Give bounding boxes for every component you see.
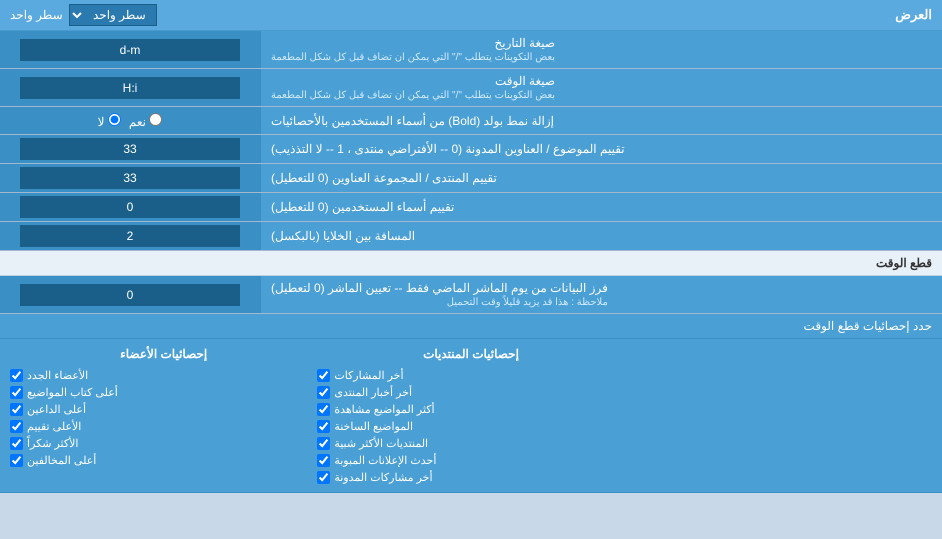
- users-order-input[interactable]: [20, 196, 240, 218]
- bold-no-label: لا: [98, 113, 121, 129]
- checkbox-top-topic-writers[interactable]: [10, 386, 23, 399]
- checkbox-similar-forums[interactable]: [317, 437, 330, 450]
- checkbox-most-thanked[interactable]: [10, 437, 23, 450]
- entries-gap-row: المسافة بين الخلايا (بالبكسل): [0, 222, 942, 251]
- checkbox-col-empty: [625, 347, 932, 484]
- checkbox-item-recent-posts: أخر المشاركات: [317, 369, 624, 382]
- users-order-input-container: [0, 193, 260, 221]
- main-container: العرض سطر واحد سطرين ثلاثة أسطر سطر واحد…: [0, 0, 942, 493]
- checkbox-item-top-rated: الأعلى تقييم: [10, 420, 317, 433]
- checkbox-item-most-thanked: الأكثر شكراً: [10, 437, 317, 450]
- checkbox-most-viewed[interactable]: [317, 403, 330, 416]
- forum-order-label: تقييم المنتدى / المجموعة العناوين (0 للت…: [260, 164, 942, 192]
- checkbox-top-violators[interactable]: [10, 454, 23, 467]
- checkbox-item-forum-news: أخر أخبار المنتدى: [317, 386, 624, 399]
- realtime-filter-row: فرز البيانات من يوم الماشر الماضي فقط --…: [0, 276, 942, 314]
- bold-no-radio[interactable]: [108, 113, 121, 126]
- checkbox-classifieds[interactable]: [317, 454, 330, 467]
- stats-limit-row: حدد إحصائيات قطع الوقت: [0, 314, 942, 339]
- entries-gap-input-container: [0, 222, 260, 250]
- bold-remove-label: إزالة نمط بولد (Bold) من أسماء المستخدمي…: [260, 107, 942, 134]
- bold-yes-label: نعم: [129, 113, 162, 129]
- checkbox-item-new-members: الأعضاء الجدد: [10, 369, 317, 382]
- time-format-label: صيغة الوقت بعض التكوينات يتطلب "/" التي …: [260, 69, 942, 106]
- checkbox-top-rated[interactable]: [10, 420, 23, 433]
- entries-gap-input[interactable]: [20, 225, 240, 247]
- forum-order-input-container: [0, 164, 260, 192]
- checkbox-item-hot-topics: المواضيع الساخنة: [317, 420, 624, 433]
- forum-order-row: تقييم المنتدى / المجموعة العناوين (0 للت…: [0, 164, 942, 193]
- users-order-label: تقييم أسماء المستخدمين (0 للتعطيل): [260, 193, 942, 221]
- display-mode-select[interactable]: سطر واحد سطرين ثلاثة أسطر: [69, 4, 157, 26]
- checkbox-forum-news[interactable]: [317, 386, 330, 399]
- checkbox-top-inviters[interactable]: [10, 403, 23, 416]
- header-title: العرض: [895, 7, 932, 23]
- date-format-row: صيغة التاريخ بعض التكوينات يتطلب "/" الت…: [0, 31, 942, 69]
- time-format-row: صيغة الوقت بعض التكوينات يتطلب "/" التي …: [0, 69, 942, 107]
- realtime-filter-label: فرز البيانات من يوم الماشر الماضي فقط --…: [260, 276, 942, 313]
- checkbox-new-members[interactable]: [10, 369, 23, 382]
- bold-radio-group: نعم لا: [90, 113, 171, 129]
- checkboxes-grid: إحصائيات المنتديات أخر المشاركات أخر أخب…: [10, 347, 932, 484]
- checkbox-item-top-inviters: أعلى الداعين: [10, 403, 317, 416]
- checkbox-recent-posts[interactable]: [317, 369, 330, 382]
- date-format-input-container: [0, 31, 260, 68]
- checkbox-col-forums: إحصائيات المنتديات أخر المشاركات أخر أخب…: [317, 347, 624, 484]
- header-row: العرض سطر واحد سطرين ثلاثة أسطر سطر واحد: [0, 0, 942, 31]
- checkbox-col-members: إحصائيات الأعضاء الأعضاء الجدد أعلى كتاب…: [10, 347, 317, 484]
- date-format-label: صيغة التاريخ بعض التكوينات يتطلب "/" الت…: [260, 31, 942, 68]
- checkbox-item-blog-posts: أخر مشاركات المدونة: [317, 471, 624, 484]
- checkbox-item-top-violators: أعلى المخالفين: [10, 454, 317, 467]
- dropdown-label: سطر واحد: [10, 8, 63, 22]
- realtime-filter-input[interactable]: [20, 284, 240, 306]
- checkbox-hot-topics[interactable]: [317, 420, 330, 433]
- checkbox-blog-posts[interactable]: [317, 471, 330, 484]
- forum-order-input[interactable]: [20, 167, 240, 189]
- bold-yes-radio[interactable]: [149, 113, 162, 126]
- checkboxes-section: إحصائيات المنتديات أخر المشاركات أخر أخب…: [0, 339, 942, 493]
- time-format-input-container: [0, 69, 260, 106]
- users-order-row: تقييم أسماء المستخدمين (0 للتعطيل): [0, 193, 942, 222]
- realtime-filter-input-container: [0, 276, 260, 313]
- entries-gap-label: المسافة بين الخلايا (بالبكسل): [260, 222, 942, 250]
- checkbox-item-top-topic-writers: أعلى كتاب المواضيع: [10, 386, 317, 399]
- time-format-input[interactable]: [20, 77, 240, 99]
- checkbox-item-similar-forums: المنتديات الأكثر شبية: [317, 437, 624, 450]
- topics-order-label: تقييم الموضوع / العناوين المدونة (0 -- ا…: [260, 135, 942, 163]
- topics-order-input-container: [0, 135, 260, 163]
- topics-order-input[interactable]: [20, 138, 240, 160]
- realtime-section-header: قطع الوقت: [0, 251, 942, 276]
- checkbox-item-classifieds: أحدث الإعلانات المبوبة: [317, 454, 624, 467]
- bold-remove-row: إزالة نمط بولد (Bold) من أسماء المستخدمي…: [0, 107, 942, 135]
- bold-remove-input-container: نعم لا: [0, 107, 260, 134]
- topics-order-row: تقييم الموضوع / العناوين المدونة (0 -- ا…: [0, 135, 942, 164]
- date-format-input[interactable]: [20, 39, 240, 61]
- checkbox-item-most-viewed: أكثر المواضيع مشاهدة: [317, 403, 624, 416]
